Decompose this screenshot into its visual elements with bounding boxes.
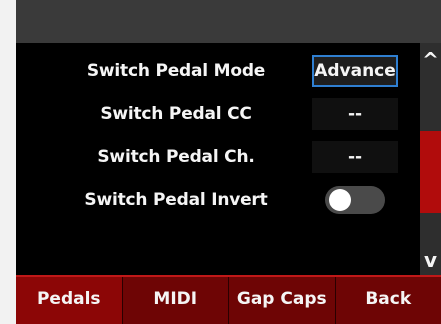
switch-pedal-cc-value[interactable]: -- xyxy=(312,98,398,130)
switch-pedal-channel-value[interactable]: -- xyxy=(312,141,398,173)
scroll-thumb[interactable] xyxy=(420,131,441,213)
setting-row-switch-pedal-cc: Switch Pedal CC -- xyxy=(16,96,420,132)
chevron-down-icon[interactable]: v xyxy=(420,247,441,273)
switch-pedal-invert-toggle[interactable] xyxy=(325,186,385,214)
switch-pedal-invert-label: Switch Pedal Invert xyxy=(84,190,268,210)
switch-pedal-mode-label: Switch Pedal Mode xyxy=(86,61,266,81)
pedal-settings-screen: Switch Pedal Mode Advance Switch Pedal C… xyxy=(0,0,441,324)
setting-row-switch-pedal-invert: Switch Pedal Invert xyxy=(16,182,420,218)
vertical-scrollbar[interactable]: ^ v xyxy=(420,43,441,275)
setting-row-switch-pedal-mode: Switch Pedal Mode Advance xyxy=(16,53,420,89)
chevron-up-icon[interactable]: ^ xyxy=(420,47,441,73)
top-bar xyxy=(16,0,441,43)
tab-gap-caps[interactable]: Gap Caps xyxy=(229,277,336,324)
tab-back[interactable]: Back xyxy=(336,277,441,324)
tab-midi[interactable]: MIDI xyxy=(123,277,229,324)
left-edge-strip xyxy=(0,0,16,324)
switch-pedal-channel-label: Switch Pedal Ch. xyxy=(97,147,255,167)
settings-panel: Switch Pedal Mode Advance Switch Pedal C… xyxy=(16,43,420,275)
tab-pedals[interactable]: Pedals xyxy=(16,277,123,324)
setting-row-switch-pedal-channel: Switch Pedal Ch. -- xyxy=(16,139,420,175)
switch-pedal-cc-label: Switch Pedal CC xyxy=(100,104,252,124)
switch-pedal-mode-value[interactable]: Advance xyxy=(312,55,398,87)
toggle-knob xyxy=(329,189,351,211)
bottom-nav: Pedals MIDI Gap Caps Back xyxy=(16,275,441,324)
